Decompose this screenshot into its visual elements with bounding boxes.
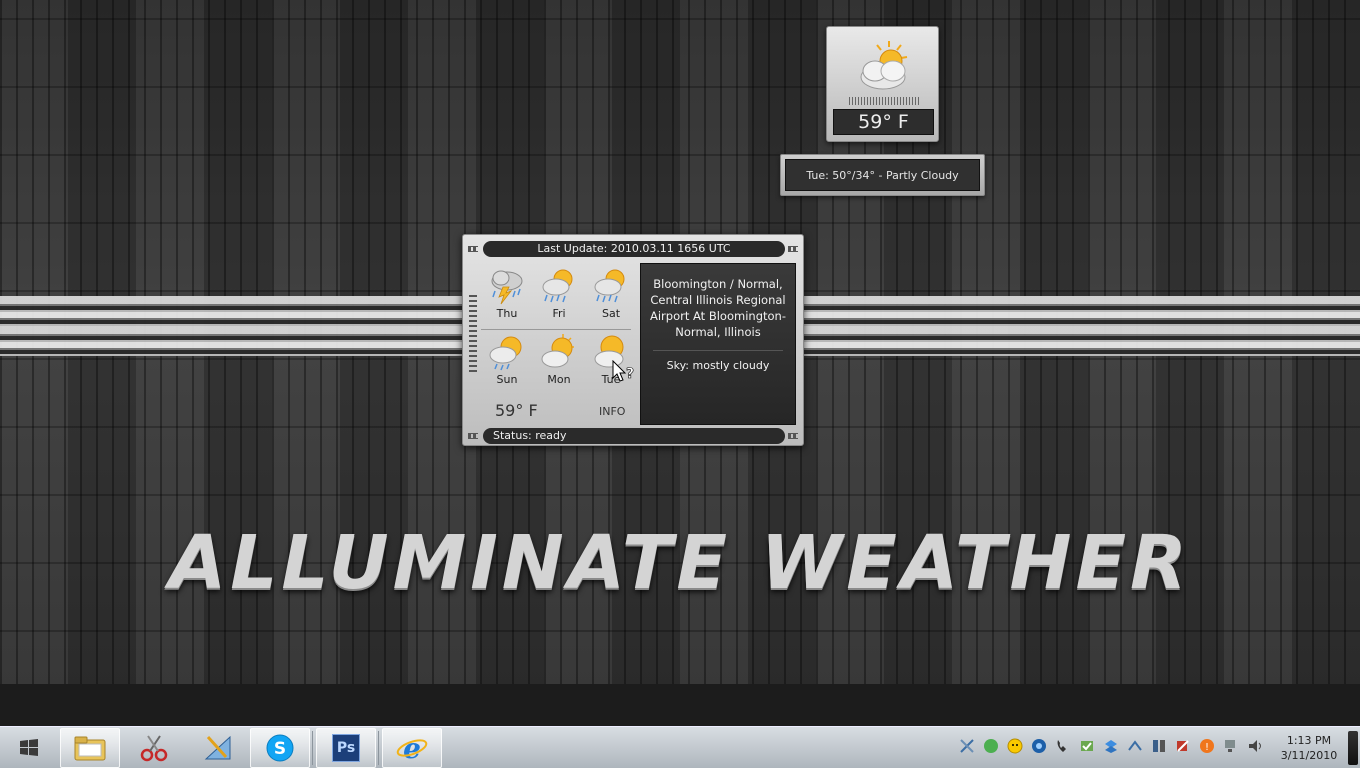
station-name: Bloomington / Normal, Central Illinois R… bbox=[650, 277, 786, 339]
security-icon[interactable] bbox=[1078, 737, 1096, 755]
forecast-day[interactable]: Thu bbox=[481, 267, 533, 327]
system-tray: ! bbox=[958, 737, 1264, 759]
mini-temperature: 59° F bbox=[833, 109, 934, 135]
dropbox-icon[interactable] bbox=[1102, 737, 1120, 755]
forecast-divider bbox=[481, 329, 631, 330]
sun-cloud-rain-icon bbox=[489, 336, 522, 371]
svg-text:!: ! bbox=[1205, 742, 1209, 753]
mini-forecast-box[interactable]: Tue: 50°/34° - Partly Cloudy bbox=[780, 154, 985, 196]
sun-rain-icon bbox=[594, 269, 625, 303]
desktop: ALLUMINATE WEATHER 59° F Tue: 50°/34° - … bbox=[0, 0, 1360, 684]
svg-text:?: ? bbox=[626, 366, 634, 382]
yahoo-icon[interactable] bbox=[1006, 737, 1024, 755]
taskbar-shadow-strip bbox=[0, 684, 1360, 726]
taskbar-explorer-button[interactable] bbox=[60, 728, 120, 768]
partly-sunny-icon bbox=[541, 334, 574, 368]
grip-icon[interactable] bbox=[468, 433, 478, 439]
info-button[interactable]: INFO bbox=[599, 405, 625, 418]
taskbar: S Ps e ! 1:13 PM 3/11/2010 bbox=[0, 726, 1360, 768]
clock-time: 1:13 PM bbox=[1286, 734, 1332, 747]
internet-explorer-icon: e bbox=[396, 733, 428, 763]
network-icon[interactable] bbox=[1222, 737, 1240, 755]
forecast-day-label: Sat bbox=[601, 307, 621, 320]
taskbar-ie-button[interactable]: e bbox=[382, 728, 442, 768]
clock-date: 3/11/2010 bbox=[1280, 749, 1338, 762]
show-desktop-button[interactable] bbox=[1348, 731, 1358, 765]
messenger-icon[interactable] bbox=[982, 737, 1000, 755]
shield-icon[interactable] bbox=[1030, 737, 1048, 755]
volume-icon[interactable] bbox=[1246, 737, 1264, 755]
forecast-day[interactable]: Fri bbox=[533, 267, 585, 327]
forecast-day-label: Thu bbox=[496, 307, 518, 320]
drafting-icon bbox=[204, 735, 231, 760]
forecast-day[interactable]: Sun bbox=[481, 333, 533, 393]
taskbar-separator bbox=[378, 731, 379, 765]
taskbar-design-button[interactable] bbox=[188, 728, 248, 768]
alert-icon[interactable]: ! bbox=[1198, 737, 1216, 755]
mini-widget-dots bbox=[849, 97, 919, 105]
taskbar-photoshop-button[interactable]: Ps bbox=[316, 728, 376, 768]
photoshop-icon: Ps bbox=[332, 734, 360, 762]
windows-logo-icon bbox=[20, 739, 38, 756]
weather-gadget[interactable]: Last Update: 2010.03.11 1656 UTC Thu Fri… bbox=[462, 234, 804, 446]
network-share-icon[interactable] bbox=[1126, 737, 1144, 755]
wallpaper-title: ALLUMINATE WEATHER bbox=[168, 520, 1191, 606]
taskbar-snipping-button[interactable] bbox=[124, 728, 184, 768]
scissors-icon bbox=[140, 735, 168, 762]
partly-cloudy-icon bbox=[860, 41, 908, 90]
forecast-day-label: Fri bbox=[552, 307, 566, 320]
forecast-day[interactable]: Sat bbox=[585, 267, 637, 327]
taskbar-clock[interactable]: 1:13 PM 3/11/2010 bbox=[1276, 733, 1342, 763]
sky-condition: Sky: mostly cloudy bbox=[666, 359, 770, 372]
station-info-panel: Bloomington / Normal, Central Illinois R… bbox=[640, 263, 796, 425]
side-grip[interactable] bbox=[469, 295, 477, 375]
mini-weather-widget[interactable]: 59° F bbox=[826, 26, 939, 142]
bluetooth-icon[interactable] bbox=[1150, 737, 1168, 755]
taskbar-separator bbox=[312, 731, 313, 765]
taskbar-skype-button[interactable]: S bbox=[250, 728, 310, 768]
forecast-day-label: Mon bbox=[547, 373, 571, 386]
tools-icon[interactable] bbox=[958, 737, 976, 755]
grip-icon[interactable] bbox=[788, 433, 798, 439]
start-button[interactable] bbox=[0, 727, 58, 768]
thunderstorm-icon bbox=[491, 270, 523, 305]
forecast-day[interactable]: Mon bbox=[533, 333, 585, 393]
forecast-day-label: Sun bbox=[496, 373, 518, 386]
mini-forecast-text: Tue: 50°/34° - Partly Cloudy bbox=[785, 159, 980, 191]
grip-icon[interactable] bbox=[788, 246, 798, 252]
phone-icon[interactable] bbox=[1054, 737, 1072, 755]
grip-icon[interactable] bbox=[468, 246, 478, 252]
speaker-muted-icon[interactable] bbox=[1174, 737, 1192, 755]
info-divider bbox=[653, 350, 783, 351]
skype-icon: S bbox=[266, 734, 294, 762]
status-bar: Status: ready bbox=[483, 428, 785, 444]
help-cursor-icon: ? bbox=[612, 360, 634, 382]
svg-text:e: e bbox=[403, 733, 421, 763]
svg-text:S: S bbox=[274, 739, 286, 759]
last-update-bar: Last Update: 2010.03.11 1656 UTC bbox=[483, 241, 785, 257]
sun-rain-icon bbox=[542, 269, 573, 303]
gadget-temperature: 59° F bbox=[495, 401, 538, 420]
folder-icon bbox=[74, 736, 106, 761]
